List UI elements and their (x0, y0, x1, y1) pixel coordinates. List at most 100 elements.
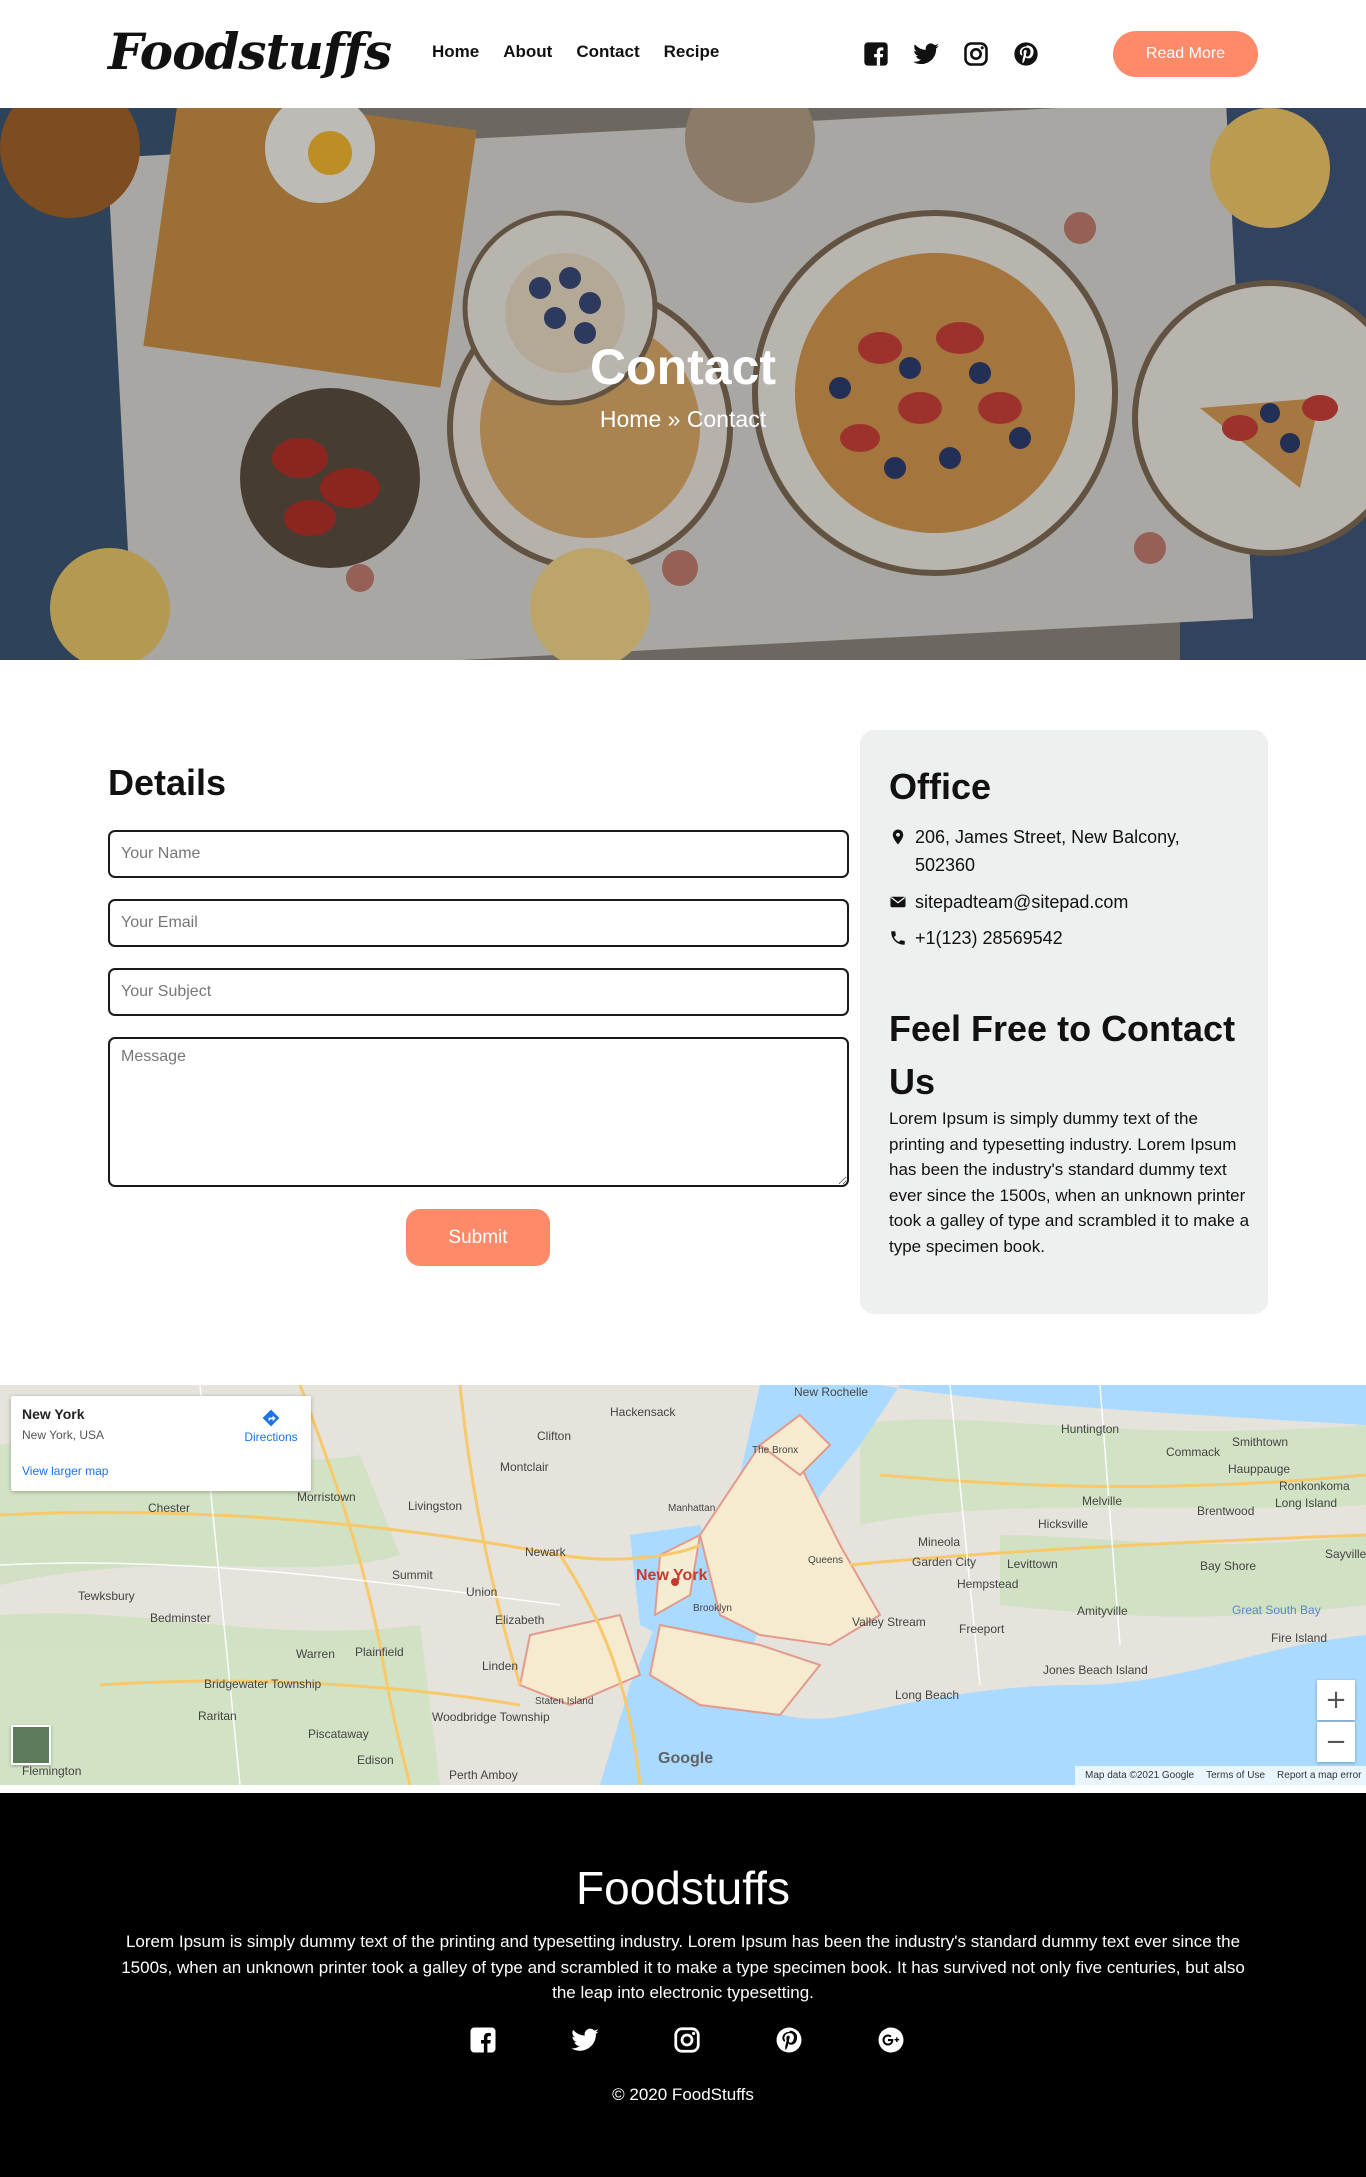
map-label: Mineola (918, 1535, 961, 1549)
twitter-icon[interactable] (570, 2025, 600, 2055)
map-label: Brooklyn (693, 1603, 732, 1614)
map-label: Livingston (408, 1499, 463, 1513)
contact-description: Lorem Ipsum is simply dummy text of the … (889, 1109, 1250, 1256)
site-logo[interactable]: Foodstuffs (108, 22, 392, 81)
header-socials (862, 40, 1040, 68)
twitter-icon[interactable] (912, 40, 940, 68)
map-label: Staten Island (535, 1696, 594, 1707)
email-row: sitepadteam@sitepad.com (889, 888, 1128, 916)
map-city-label[interactable]: New York (636, 1567, 707, 1585)
map-label: Huntington (1061, 1422, 1120, 1436)
nav-recipe[interactable]: Recipe (664, 42, 720, 62)
site-footer: Foodstuffs Lorem Ipsum is simply dummy t… (0, 1793, 1366, 2177)
directions-icon (262, 1409, 280, 1427)
footer-title: Foodstuffs (576, 1862, 790, 1914)
map-label: Edison (357, 1753, 394, 1767)
directions-button[interactable]: Directions (239, 1408, 303, 1444)
office-heading: Office (889, 766, 992, 807)
map-label: Valley Stream (852, 1615, 926, 1629)
phone-text[interactable]: +1(123) 28569542 (915, 924, 1063, 952)
map-label: Freeport (959, 1622, 1005, 1636)
map-label: New Rochelle (794, 1385, 869, 1399)
report-error-link[interactable]: Report a map error (1277, 1770, 1361, 1781)
address-text: 206, James Street, New Balcony, 502360 (915, 827, 1180, 875)
google-logo: Google (658, 1750, 714, 1767)
map-attribution: Map data ©2021 Google Terms of Use Repor… (1075, 1766, 1366, 1785)
map-label: Summit (392, 1568, 433, 1582)
map-label: Great South Bay (1232, 1603, 1321, 1617)
terms-link[interactable]: Terms of Use (1206, 1770, 1265, 1781)
map-label: Elizabeth (495, 1613, 545, 1627)
view-larger-map-link[interactable]: View larger map (22, 1464, 108, 1478)
map-label: Hempstead (957, 1577, 1019, 1591)
map-label: Linden (482, 1659, 519, 1673)
map-label: The Bronx (752, 1445, 799, 1456)
map-label: Woodbridge Township (432, 1710, 550, 1724)
directions-label: Directions (244, 1430, 298, 1444)
map-label: Plainfield (355, 1645, 404, 1659)
instagram-icon[interactable] (962, 40, 990, 68)
map-label: Tewksbury (78, 1589, 135, 1603)
nav-contact[interactable]: Contact (576, 42, 639, 62)
site-header: Foodstuffs Home About Contact Recipe Rea… (0, 0, 1366, 108)
zoom-out-button[interactable]: − (1317, 1722, 1355, 1762)
details-heading: Details (108, 762, 227, 803)
map-label: Chester (148, 1501, 191, 1515)
map-label: Raritan (198, 1709, 237, 1723)
map-label: Warren (296, 1647, 335, 1661)
google-map[interactable]: Hackensack Clifton Montclair Newark Unio… (0, 1385, 1366, 1785)
map-label: Melville (1082, 1494, 1123, 1508)
map-label: Commack (1166, 1445, 1221, 1459)
subject-field[interactable] (108, 968, 849, 1016)
google-plus-icon[interactable] (876, 2025, 906, 2055)
copyright: © 2020 FoodStuffs (612, 2085, 754, 2104)
instagram-icon[interactable] (672, 2025, 702, 2055)
map-label: Piscataway (308, 1727, 369, 1741)
facebook-icon[interactable] (468, 2025, 498, 2055)
name-field[interactable] (108, 830, 849, 878)
map-label: Long Island (1275, 1496, 1338, 1510)
map-label: Levittown (1007, 1557, 1058, 1571)
map-label: Long Beach (895, 1688, 960, 1702)
map-label: Perth Amboy (449, 1768, 518, 1782)
nav-home[interactable]: Home (432, 42, 479, 62)
map-label: Bridgewater Township (204, 1677, 322, 1691)
nav-about[interactable]: About (503, 42, 552, 62)
contact-heading: Feel Free to Contact Us (889, 1008, 1236, 1102)
zoom-in-button[interactable]: + (1317, 1680, 1355, 1720)
hero-banner: Contact Home » Contact (0, 108, 1366, 660)
map-label: Garden City (912, 1555, 977, 1569)
address-row: 206, James Street, New Balcony, 502360 (889, 823, 1229, 879)
read-more-button[interactable]: Read More (1113, 31, 1258, 77)
breadcrumb: Home » Contact (599, 406, 767, 432)
pinterest-icon[interactable] (774, 2025, 804, 2055)
submit-button[interactable]: Submit (406, 1209, 550, 1266)
facebook-icon[interactable] (862, 40, 890, 68)
email-text[interactable]: sitepadteam@sitepad.com (915, 888, 1128, 916)
phone-icon (891, 931, 905, 945)
map-label: Newark (525, 1545, 566, 1559)
page-title: Contact (589, 339, 777, 395)
envelope-icon (890, 896, 906, 908)
map-label: Bay Shore (1200, 1559, 1257, 1573)
map-label: Hicksville (1038, 1517, 1089, 1531)
map-marker-icon (892, 829, 904, 845)
phone-row: +1(123) 28569542 (889, 924, 1063, 952)
map-label: Ronkonkoma (1279, 1479, 1350, 1493)
map-label: Bedminster (150, 1611, 211, 1625)
map-label: Flemington (22, 1764, 82, 1778)
map-label: Sayville (1325, 1547, 1366, 1561)
map-label: Jones Beach Island (1043, 1663, 1148, 1677)
map-label: Smithtown (1232, 1435, 1289, 1449)
map-label: Union (466, 1585, 498, 1599)
map-info-card: New York New York, USA View larger map D… (11, 1396, 311, 1491)
office-card: Office 206, James Street, New Balcony, 5… (860, 730, 1268, 1314)
map-label: Queens (808, 1555, 844, 1566)
email-field[interactable] (108, 899, 849, 947)
map-label: Clifton (537, 1429, 572, 1443)
message-field[interactable] (108, 1037, 849, 1187)
map-layer-toggle[interactable] (11, 1725, 51, 1765)
main-nav: Home About Contact Recipe (432, 42, 719, 62)
pinterest-icon[interactable] (1012, 40, 1040, 68)
map-label: Manhattan (668, 1503, 716, 1514)
